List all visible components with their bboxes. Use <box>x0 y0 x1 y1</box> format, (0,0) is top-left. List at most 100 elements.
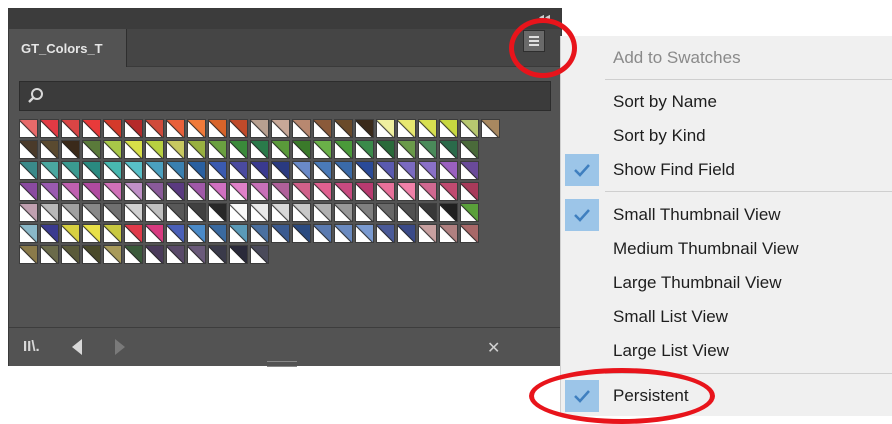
color-swatch[interactable] <box>103 203 122 222</box>
color-swatch[interactable] <box>208 140 227 159</box>
color-swatch[interactable] <box>187 161 206 180</box>
color-swatch[interactable] <box>250 119 269 138</box>
color-swatch[interactable] <box>292 203 311 222</box>
color-swatch[interactable] <box>82 224 101 243</box>
color-swatch[interactable] <box>460 119 479 138</box>
color-swatch[interactable] <box>355 224 374 243</box>
color-swatch[interactable] <box>103 161 122 180</box>
color-swatch[interactable] <box>61 161 80 180</box>
color-swatch[interactable] <box>271 182 290 201</box>
color-swatch[interactable] <box>334 182 353 201</box>
tools-icon[interactable]: ✕ <box>487 338 500 358</box>
color-swatch[interactable] <box>355 203 374 222</box>
color-swatch[interactable] <box>460 224 479 243</box>
color-swatch[interactable] <box>82 203 101 222</box>
color-swatch[interactable] <box>334 161 353 180</box>
color-swatch[interactable] <box>271 161 290 180</box>
color-swatch[interactable] <box>187 182 206 201</box>
resize-grip[interactable] <box>267 361 297 367</box>
color-swatch[interactable] <box>19 245 38 264</box>
color-swatch[interactable] <box>145 182 164 201</box>
color-swatch[interactable] <box>61 245 80 264</box>
color-swatch[interactable] <box>313 161 332 180</box>
color-swatch[interactable] <box>124 245 143 264</box>
color-swatch[interactable] <box>250 161 269 180</box>
color-swatch[interactable] <box>397 224 416 243</box>
color-swatch[interactable] <box>439 140 458 159</box>
color-swatch[interactable] <box>355 119 374 138</box>
color-swatch[interactable] <box>145 224 164 243</box>
color-swatch[interactable] <box>460 203 479 222</box>
previous-icon[interactable] <box>72 339 82 355</box>
color-swatch[interactable] <box>376 224 395 243</box>
color-swatch[interactable] <box>397 161 416 180</box>
color-swatch[interactable] <box>124 140 143 159</box>
color-swatch[interactable] <box>82 182 101 201</box>
color-swatch[interactable] <box>103 182 122 201</box>
color-swatch[interactable] <box>355 182 374 201</box>
color-swatch[interactable] <box>418 203 437 222</box>
color-swatch[interactable] <box>439 203 458 222</box>
menu-item-medium-thumbnail-view[interactable]: Medium Thumbnail View <box>613 239 799 259</box>
color-swatch[interactable] <box>292 140 311 159</box>
color-swatch[interactable] <box>40 182 59 201</box>
menu-item-small-list-view[interactable]: Small List View <box>613 307 728 327</box>
color-swatch[interactable] <box>397 182 416 201</box>
color-swatch[interactable] <box>397 119 416 138</box>
color-swatch[interactable] <box>208 161 227 180</box>
color-swatch[interactable] <box>19 119 38 138</box>
color-swatch[interactable] <box>250 140 269 159</box>
color-swatch[interactable] <box>418 140 437 159</box>
color-swatch[interactable] <box>229 182 248 201</box>
color-swatch[interactable] <box>40 119 59 138</box>
color-swatch[interactable] <box>250 182 269 201</box>
color-swatch[interactable] <box>82 245 101 264</box>
color-swatch[interactable] <box>208 203 227 222</box>
color-swatch[interactable] <box>313 224 332 243</box>
color-swatch[interactable] <box>229 224 248 243</box>
color-swatch[interactable] <box>292 161 311 180</box>
color-swatch[interactable] <box>187 203 206 222</box>
color-swatch[interactable] <box>334 203 353 222</box>
menu-item-show-find-field[interactable]: Show Find Field <box>613 160 735 180</box>
color-swatch[interactable] <box>418 161 437 180</box>
find-field[interactable] <box>19 81 551 111</box>
color-swatch[interactable] <box>82 119 101 138</box>
color-swatch[interactable] <box>124 203 143 222</box>
color-swatch[interactable] <box>397 203 416 222</box>
panel-titlebar[interactable]: ◂◂ <box>9 9 561 29</box>
color-swatch[interactable] <box>124 119 143 138</box>
color-swatch[interactable] <box>61 140 80 159</box>
color-swatch[interactable] <box>145 203 164 222</box>
color-swatch[interactable] <box>376 203 395 222</box>
color-swatch[interactable] <box>271 203 290 222</box>
color-swatch[interactable] <box>208 245 227 264</box>
color-swatch[interactable] <box>376 161 395 180</box>
color-swatch[interactable] <box>166 140 185 159</box>
next-icon[interactable] <box>115 339 125 355</box>
color-swatch[interactable] <box>313 182 332 201</box>
color-swatch[interactable] <box>40 203 59 222</box>
color-swatch[interactable] <box>19 203 38 222</box>
color-swatch[interactable] <box>292 119 311 138</box>
color-swatch[interactable] <box>145 245 164 264</box>
color-swatch[interactable] <box>61 119 80 138</box>
color-swatch[interactable] <box>250 245 269 264</box>
color-swatch[interactable] <box>439 224 458 243</box>
color-swatch[interactable] <box>355 140 374 159</box>
color-swatch[interactable] <box>166 224 185 243</box>
color-swatch[interactable] <box>460 140 479 159</box>
color-swatch[interactable] <box>145 140 164 159</box>
color-swatch[interactable] <box>397 140 416 159</box>
color-swatch[interactable] <box>40 140 59 159</box>
color-swatch[interactable] <box>439 119 458 138</box>
color-swatch[interactable] <box>229 140 248 159</box>
color-swatch[interactable] <box>103 119 122 138</box>
color-swatch[interactable] <box>103 224 122 243</box>
menu-item-large-thumbnail-view[interactable]: Large Thumbnail View <box>613 273 782 293</box>
color-swatch[interactable] <box>481 119 500 138</box>
color-swatch[interactable] <box>19 140 38 159</box>
color-swatch[interactable] <box>313 140 332 159</box>
color-swatch[interactable] <box>418 224 437 243</box>
menu-item-sort-by-name[interactable]: Sort by Name <box>613 92 717 112</box>
